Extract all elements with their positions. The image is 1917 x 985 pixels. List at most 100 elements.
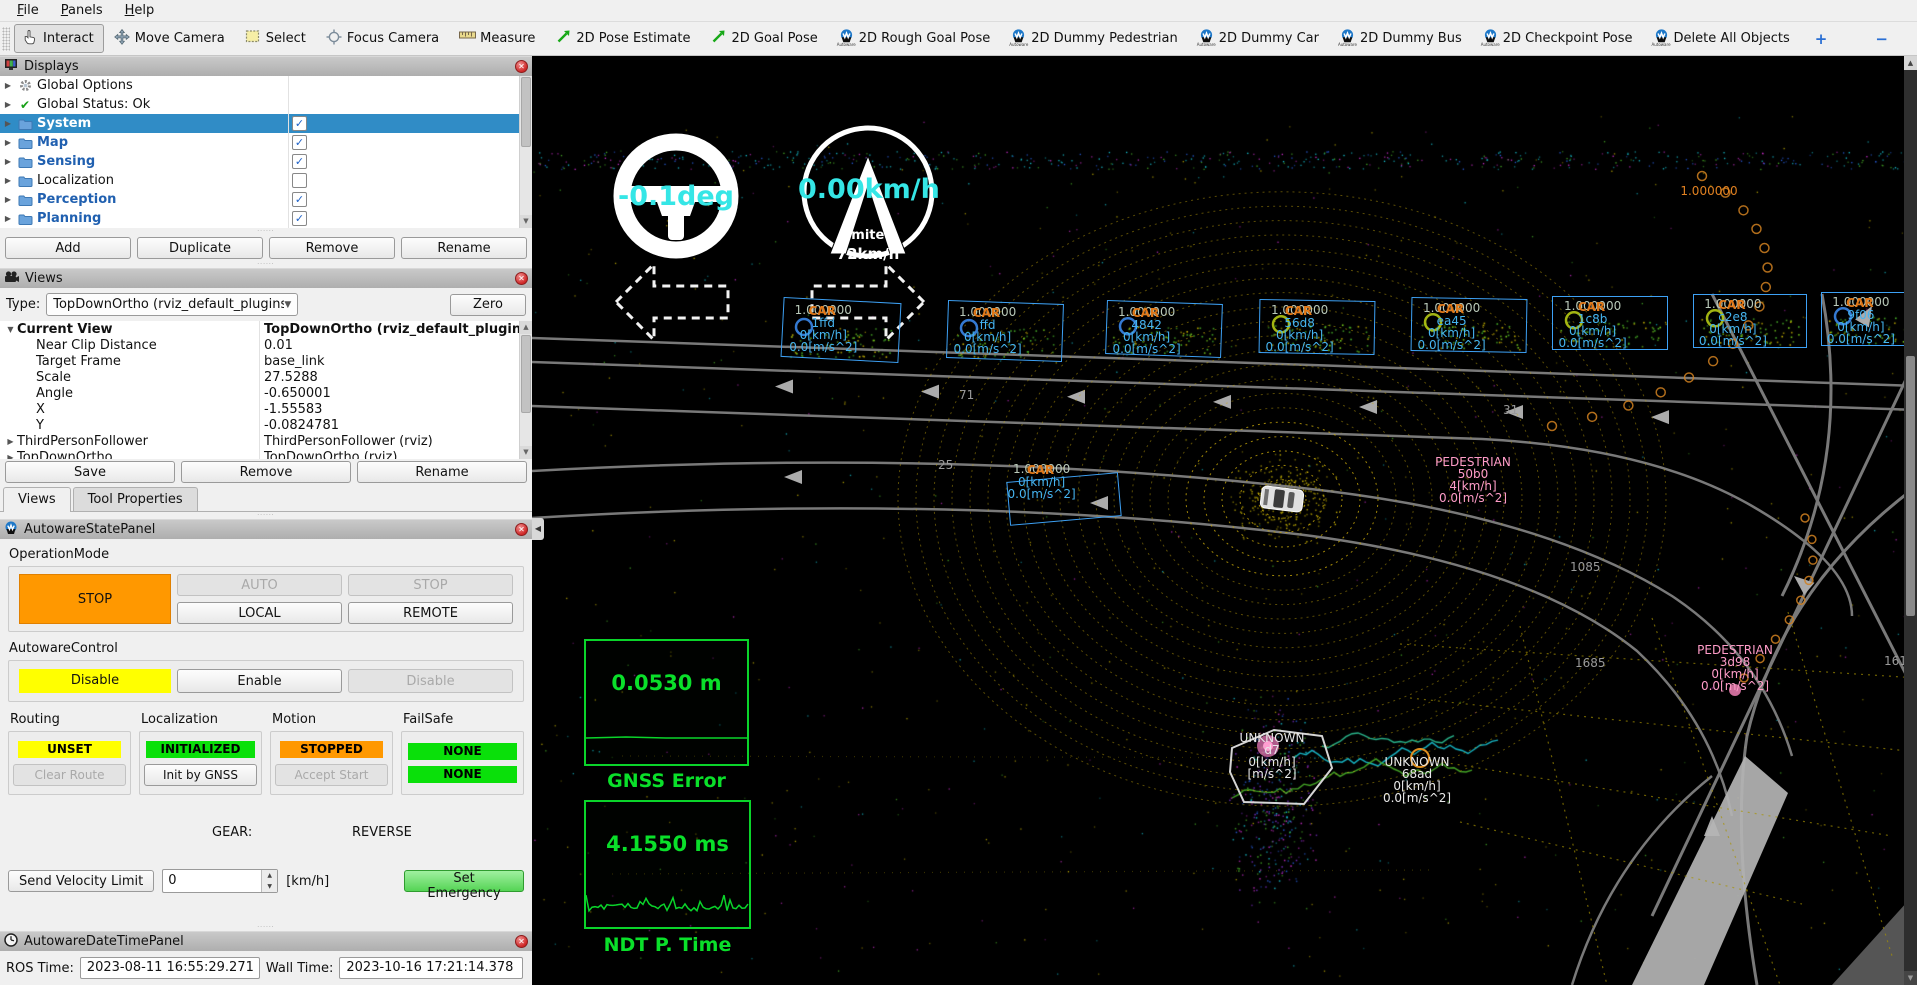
expander-icon[interactable]: ▶ (0, 100, 16, 109)
expander-icon[interactable]: ▶ (0, 119, 16, 128)
remove-view-button[interactable]: Remove (181, 461, 351, 483)
tree-row-system[interactable]: ▶System✓ (0, 114, 532, 133)
stepper-up-icon[interactable]: ▲ (262, 870, 277, 881)
view-prop-angle[interactable]: Angle-0.650001 (0, 385, 532, 401)
views-properties[interactable]: ▼Current ViewTopDownOrtho (rviz_default_… (0, 321, 532, 459)
tool-2d-dummy-pedestrian[interactable]: Autoware2D Dummy Pedestrian (1002, 24, 1187, 53)
rename-button[interactable]: Rename (401, 237, 527, 259)
view-prop-x[interactable]: X-1.55583 (0, 401, 532, 417)
init-by-gnss-button[interactable]: Init by GNSS (144, 764, 257, 786)
row-checkbox[interactable]: ✓ (292, 192, 307, 207)
view-prop-scale[interactable]: Scale27.5288 (0, 369, 532, 385)
splitter-handle[interactable]: ······ (0, 261, 532, 268)
datetime-close-icon[interactable]: ✕ (515, 935, 528, 948)
rename-view-button[interactable]: Rename (357, 461, 527, 483)
expander-icon[interactable]: ▶ (0, 157, 16, 166)
row-checkbox[interactable] (292, 173, 307, 188)
tree-row-planning[interactable]: ▶Planning✓ (0, 209, 532, 228)
tool-interact[interactable]: Interact (14, 24, 104, 53)
save-view-button[interactable]: Save (5, 461, 175, 483)
displays-panel-header[interactable]: Displays ✕ (0, 56, 532, 76)
scroll-down-icon[interactable]: ▼ (1904, 971, 1917, 985)
datetime-panel-header[interactable]: AutowareDateTimePanel ✕ (0, 931, 532, 951)
velocity-limit-stepper[interactable]: 0 ▲▼ (162, 869, 278, 893)
row-checkbox[interactable]: ✓ (292, 116, 307, 131)
views-scrollbar[interactable]: ▲ ▼ (519, 321, 532, 459)
tool-2d-dummy-car[interactable]: Autoware2D Dummy Car (1190, 24, 1329, 53)
zero-button[interactable]: Zero (450, 294, 526, 316)
stop-button[interactable]: STOP (19, 574, 171, 624)
accept-start-button[interactable]: Accept Start (275, 764, 388, 786)
tab-tool-properties[interactable]: Tool Properties (73, 487, 198, 511)
add-tool-button[interactable]: + (1802, 25, 1841, 53)
expander-icon[interactable]: ▶ (4, 453, 17, 460)
expander-icon[interactable]: ▶ (4, 437, 17, 446)
tree-row-localization[interactable]: ▶Localization (0, 171, 532, 190)
views-close-icon[interactable]: ✕ (515, 272, 528, 285)
state-close-icon[interactable]: ✕ (515, 523, 528, 536)
remote-button[interactable]: REMOTE (348, 602, 513, 624)
remove-tool-button[interactable]: − (1862, 25, 1901, 53)
expander-icon[interactable]: ▼ (4, 325, 17, 334)
tree-row-map[interactable]: ▶Map✓ (0, 133, 532, 152)
tool-2d-goal-pose[interactable]: 2D Goal Pose (702, 24, 827, 53)
menu-panels[interactable]: Panels (52, 2, 112, 19)
view-prop-current-view[interactable]: ▼Current ViewTopDownOrtho (rviz_default_… (0, 321, 532, 337)
ros-time-field[interactable]: 2023-08-11 16:55:29.271 (80, 957, 260, 979)
tree-row-perception[interactable]: ▶Perception✓ (0, 190, 532, 209)
view-prop-thirdpersonfollower[interactable]: ▶ThirdPersonFollowerThirdPersonFollower … (0, 433, 532, 449)
splitter-handle[interactable]: ······ (0, 924, 532, 931)
view-prop-target-frame[interactable]: Target Framebase_link (0, 353, 532, 369)
panel-collapse-icon[interactable]: ◀ (532, 518, 544, 540)
view-prop-y[interactable]: Y-0.0824781 (0, 417, 532, 433)
tool-2d-dummy-bus[interactable]: Autoware2D Dummy Bus (1331, 24, 1472, 53)
scroll-up-icon[interactable]: ▲ (520, 321, 532, 334)
tool-focus-camera[interactable]: Focus Camera (318, 24, 449, 53)
disable-button[interactable]: Disable (19, 669, 171, 693)
rviz-3d-viewport[interactable]: -0.1deg 0.00km/h limited 72km/h 0.0530 m… (532, 56, 1917, 985)
local-button[interactable]: LOCAL (177, 602, 342, 624)
add-button[interactable]: Add (5, 237, 131, 259)
stop-disabled-button[interactable]: STOP (348, 574, 513, 596)
expander-icon[interactable]: ▶ (0, 195, 16, 204)
tree-row-global-status-ok[interactable]: ▶✔Global Status: Ok (0, 95, 532, 114)
send-velocity-limit-button[interactable]: Send Velocity Limit (8, 870, 154, 892)
expander-icon[interactable]: ▶ (0, 81, 16, 90)
expander-icon[interactable]: ▶ (0, 138, 16, 147)
tool-select[interactable]: Select (237, 24, 316, 53)
tool-2d-pose-estimate[interactable]: 2D Pose Estimate (547, 24, 700, 53)
row-checkbox[interactable]: ✓ (292, 135, 307, 150)
state-panel-header[interactable]: AutowareStatePanel ✕ (0, 519, 532, 539)
wall-time-field[interactable]: 2023-10-16 17:21:14.378 (339, 957, 523, 979)
splitter-handle[interactable]: ······ (0, 512, 532, 519)
displays-scrollbar[interactable]: ▼ (519, 76, 532, 228)
tree-row-sensing[interactable]: ▶Sensing✓ (0, 152, 532, 171)
expander-icon[interactable]: ▶ (0, 176, 16, 185)
view-type-dropdown[interactable]: TopDownOrtho (rviz_default_plugins) ▼ (46, 293, 298, 316)
disable-disabled-button[interactable]: Disable (348, 669, 513, 693)
displays-close-icon[interactable]: ✕ (515, 60, 528, 73)
enable-button[interactable]: Enable (177, 669, 342, 693)
row-checkbox[interactable]: ✓ (292, 154, 307, 169)
tree-row-global-options[interactable]: ▶Global Options (0, 76, 532, 95)
auto-button[interactable]: AUTO (177, 574, 342, 596)
menu-file[interactable]: File (8, 2, 48, 19)
toolbar-grip[interactable] (2, 27, 10, 51)
tool-2d-rough-goal-pose[interactable]: Autoware2D Rough Goal Pose (830, 24, 1001, 53)
tool-move-camera[interactable]: Move Camera (106, 24, 235, 53)
duplicate-button[interactable]: Duplicate (137, 237, 263, 259)
set-emergency-button[interactable]: Set Emergency (404, 870, 524, 892)
view-prop-topdownortho[interactable]: ▶TopDownOrthoTopDownOrtho (rviz) (0, 449, 532, 459)
scroll-up-icon[interactable]: ▲ (1904, 56, 1917, 70)
stepper-down-icon[interactable]: ▼ (262, 881, 277, 892)
scroll-down-icon[interactable]: ▼ (520, 215, 532, 228)
remove-button[interactable]: Remove (269, 237, 395, 259)
viewport-scrollbar[interactable]: ▲ ▼ (1904, 56, 1917, 985)
expander-icon[interactable]: ▶ (0, 214, 16, 223)
scroll-down-icon[interactable]: ▼ (520, 446, 532, 459)
clear-route-button[interactable]: Clear Route (13, 764, 126, 786)
view-prop-near-clip-distance[interactable]: Near Clip Distance0.01 (0, 337, 532, 353)
displays-tree[interactable]: ▶Global Options▶✔Global Status: Ok▶Syste… (0, 76, 532, 228)
menu-help[interactable]: Help (116, 2, 164, 19)
row-checkbox[interactable]: ✓ (292, 211, 307, 226)
